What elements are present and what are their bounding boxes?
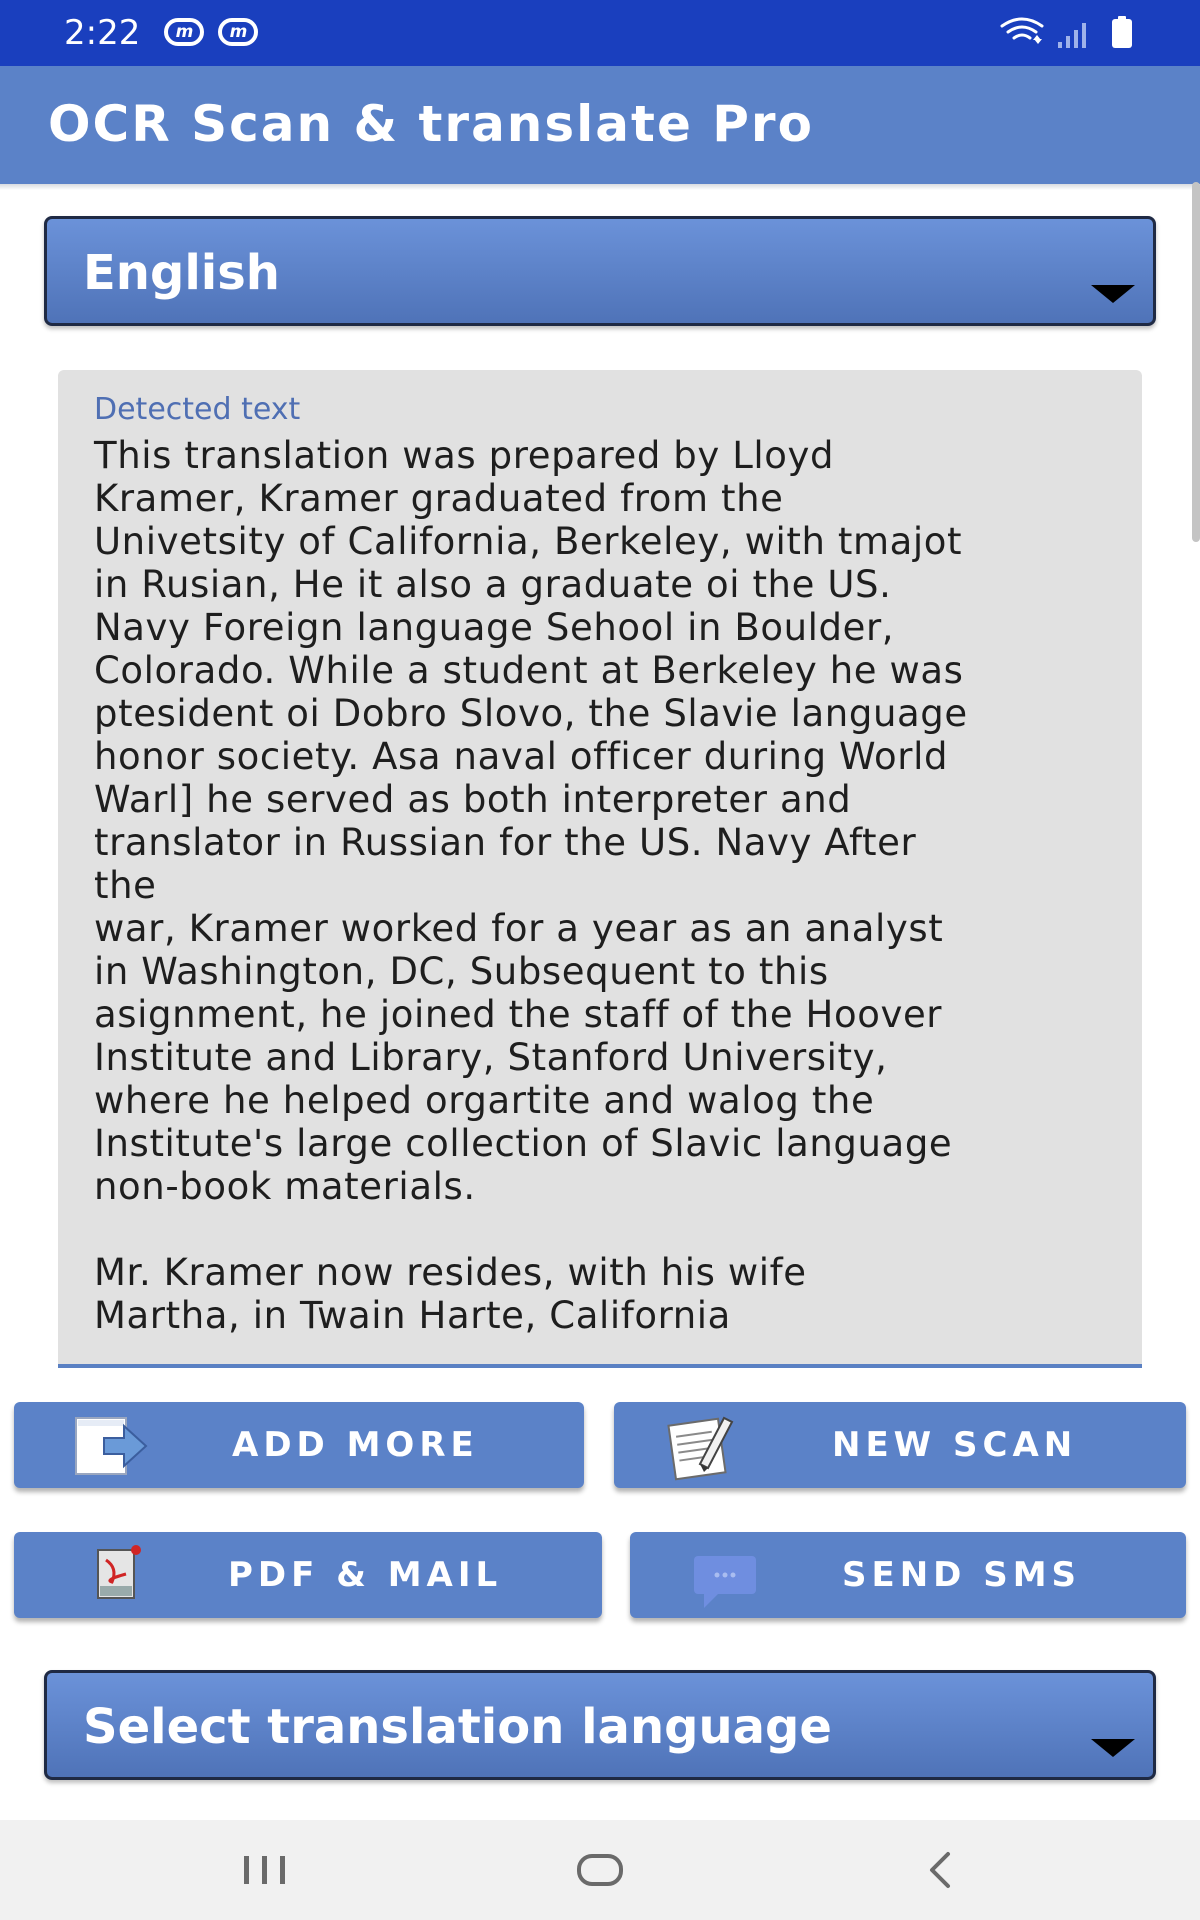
home-icon[interactable] <box>576 1850 626 1894</box>
back-icon[interactable] <box>920 1850 960 1894</box>
scrollbar[interactable] <box>1192 182 1200 542</box>
dropdown-arrow-icon <box>1091 1739 1135 1757</box>
detected-text-field[interactable]: Detected text This translation was prepa… <box>58 370 1142 1368</box>
translation-language-dropdown[interactable]: Select translation language <box>44 1670 1156 1780</box>
system-status-icons <box>1000 14 1140 52</box>
message-bubble-icon <box>682 1542 772 1616</box>
send-sms-label: SEND SMS <box>842 1555 1082 1595</box>
send-sms-button[interactable]: SEND SMS <box>630 1532 1186 1618</box>
app-bar: OCR Scan & translate Pro <box>0 66 1200 184</box>
app-bar-shadow <box>0 184 1200 190</box>
pdf-file-icon <box>80 1542 150 1616</box>
pdf-mail-label: PDF & MAIL <box>228 1555 503 1595</box>
translation-language-placeholder: Select translation language <box>83 1699 832 1755</box>
wifi-activity-icon <box>1033 35 1042 44</box>
source-language-dropdown[interactable]: English <box>44 216 1156 326</box>
pdf-mail-button[interactable]: PDF & MAIL <box>14 1532 602 1618</box>
signal-icon <box>1058 23 1086 48</box>
detected-text-content[interactable]: This translation was prepared by Lloyd K… <box>94 434 1124 1337</box>
messenger-icon: m <box>218 18 258 46</box>
detected-text-label: Detected text <box>94 392 301 427</box>
source-language-value: English <box>83 245 280 301</box>
navigation-bar <box>0 1820 1200 1920</box>
status-time: 2:22 <box>64 13 141 53</box>
app-title: OCR Scan & translate Pro <box>48 95 814 153</box>
status-bar: 2:22 m m <box>0 0 1200 66</box>
new-scan-label: NEW SCAN <box>832 1425 1078 1465</box>
add-more-button[interactable]: ADD MORE <box>14 1402 584 1488</box>
messenger-icon: m <box>164 18 204 46</box>
notepad-pencil-icon <box>660 1412 750 1486</box>
battery-icon <box>1112 16 1132 48</box>
wifi-icon <box>1000 17 1044 40</box>
add-more-label: ADD MORE <box>232 1425 479 1465</box>
recents-icon[interactable] <box>242 1850 288 1894</box>
new-scan-button[interactable]: NEW SCAN <box>614 1402 1186 1488</box>
dropdown-arrow-icon <box>1091 285 1135 303</box>
add-page-icon <box>70 1412 160 1486</box>
